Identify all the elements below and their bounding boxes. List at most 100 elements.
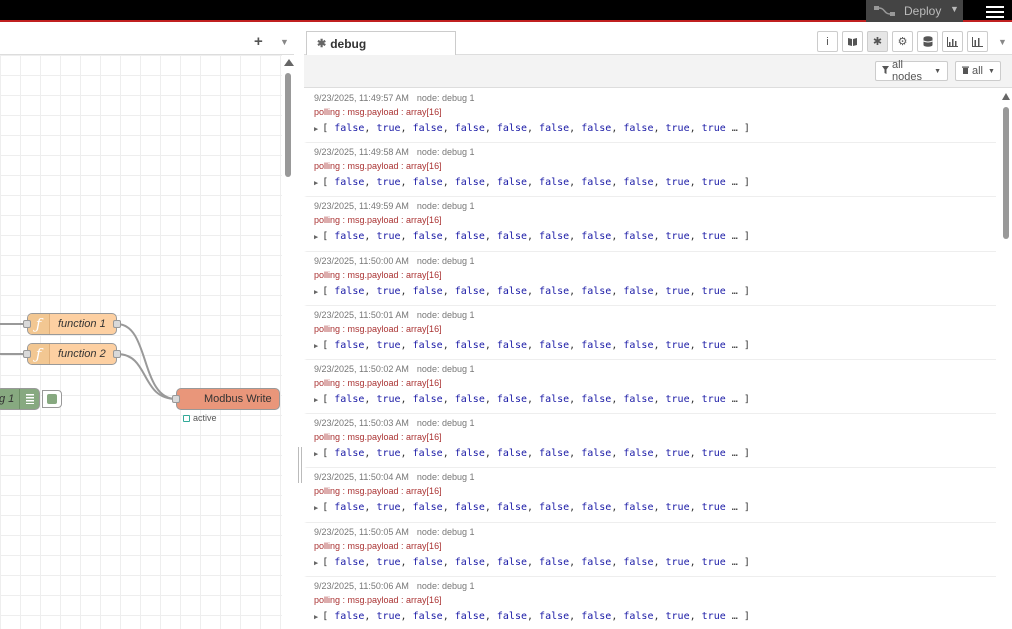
payload-value: true bbox=[665, 231, 690, 243]
message-node-link[interactable]: node: debug 1 bbox=[417, 256, 475, 266]
message-node-link[interactable]: node: debug 1 bbox=[417, 581, 475, 591]
filter-nodes-button[interactable]: all nodes ▼ bbox=[875, 59, 948, 83]
message-payload[interactable]: ▶[ false, true, false, false, false, fal… bbox=[314, 501, 996, 515]
expand-arrow-icon[interactable]: ▶ bbox=[314, 230, 318, 244]
expand-arrow-icon[interactable]: ▶ bbox=[314, 339, 318, 353]
workspace-menu-caret[interactable]: ▼ bbox=[280, 37, 289, 47]
message-node-link[interactable]: node: debug 1 bbox=[417, 147, 475, 157]
message-node-link[interactable]: node: debug 1 bbox=[417, 93, 475, 103]
dashboard-icon[interactable] bbox=[967, 31, 988, 52]
sidebar-menu-caret[interactable]: ▼ bbox=[998, 37, 1007, 47]
message-node-link[interactable]: node: debug 1 bbox=[417, 201, 475, 211]
payload-value: true bbox=[701, 393, 726, 405]
message-meta: 9/23/2025, 11:49:58 AM node: debug 1 bbox=[314, 146, 996, 158]
message-payload[interactable]: ▶[ false, true, false, false, false, fal… bbox=[314, 230, 996, 244]
debug-node[interactable]: g 1 bbox=[0, 388, 40, 410]
message-node-link[interactable]: node: debug 1 bbox=[417, 364, 475, 374]
expand-arrow-icon[interactable]: ▶ bbox=[314, 501, 318, 515]
payload-value: false bbox=[581, 339, 612, 351]
modbus-write-node[interactable]: Modbus Write bbox=[172, 388, 280, 410]
debug-message: 9/23/2025, 11:49:57 AM node: debug 1 polli… bbox=[304, 89, 996, 144]
canvas-scrollbar[interactable] bbox=[282, 55, 294, 629]
payload-value: false bbox=[334, 231, 365, 243]
message-topic: polling : msg.payload : array[16] bbox=[314, 486, 442, 497]
expand-arrow-icon[interactable]: ▶ bbox=[314, 610, 318, 624]
status-dot bbox=[183, 415, 190, 422]
expand-arrow-icon[interactable]: ▶ bbox=[314, 393, 318, 407]
message-node-link[interactable]: node: debug 1 bbox=[417, 418, 475, 428]
message-payload[interactable]: ▶[ false, true, false, false, false, fal… bbox=[314, 339, 996, 353]
info-icon[interactable]: i bbox=[817, 31, 838, 52]
chart-icon[interactable] bbox=[942, 31, 963, 52]
payload-value: false bbox=[581, 448, 612, 460]
expand-arrow-icon[interactable]: ▶ bbox=[314, 447, 318, 461]
message-payload[interactable]: ▶[ false, true, false, false, false, fal… bbox=[314, 122, 996, 136]
message-payload[interactable]: ▶[ false, true, false, false, false, fal… bbox=[314, 610, 996, 624]
expand-arrow-icon[interactable]: ▶ bbox=[314, 176, 318, 190]
payload-value: true bbox=[376, 448, 401, 460]
payload-value: false bbox=[454, 285, 485, 297]
flow-canvas[interactable]: ƒ function 1 ƒ function 2 g 1 Modbus Wri… bbox=[0, 55, 282, 629]
clear-messages-button[interactable]: all ▼ bbox=[955, 61, 1001, 81]
list-icon bbox=[19, 389, 39, 409]
filter-icon bbox=[882, 65, 889, 77]
payload-value: true bbox=[376, 556, 401, 568]
function-1-node[interactable]: ƒ function 1 bbox=[23, 313, 121, 335]
message-topic: polling : msg.payload : array[16] bbox=[314, 540, 442, 551]
payload-value: false bbox=[334, 610, 365, 622]
array-open: [ bbox=[322, 393, 329, 405]
array-close: … ] bbox=[731, 123, 750, 134]
deploy-button[interactable]: Deploy ▼ bbox=[866, 0, 963, 22]
message-payload[interactable]: ▶[ false, true, false, false, false, fal… bbox=[314, 556, 996, 570]
database-icon[interactable] bbox=[917, 31, 938, 52]
add-flow-button[interactable]: + bbox=[254, 33, 263, 50]
book-icon[interactable] bbox=[842, 31, 863, 52]
deploy-menu-caret[interactable]: ▼ bbox=[950, 4, 959, 14]
message-payload[interactable]: ▶[ false, true, false, false, false, fal… bbox=[314, 285, 996, 299]
payload-value: false bbox=[496, 448, 527, 460]
payload-value: false bbox=[454, 177, 485, 189]
input-port[interactable] bbox=[23, 350, 31, 358]
gear-icon[interactable]: ⚙ bbox=[892, 31, 913, 52]
header-bar: Deploy ▼ bbox=[0, 0, 1012, 22]
message-payload[interactable]: ▶[ false, true, false, false, false, fal… bbox=[314, 447, 996, 461]
expand-arrow-icon[interactable]: ▶ bbox=[314, 556, 318, 570]
scroll-thumb[interactable] bbox=[1003, 107, 1009, 239]
payload-value: false bbox=[539, 610, 570, 622]
tab-debug[interactable]: ✱ debug bbox=[306, 31, 456, 55]
workspace-tabs: + ▼ bbox=[0, 30, 294, 55]
debug-toggle-button[interactable] bbox=[42, 390, 62, 408]
message-node-link[interactable]: node: debug 1 bbox=[417, 472, 475, 482]
hamburger-icon[interactable] bbox=[986, 3, 1004, 19]
output-port[interactable] bbox=[113, 350, 121, 358]
payload-value: false bbox=[496, 502, 527, 514]
message-node-link[interactable]: node: debug 1 bbox=[417, 310, 475, 320]
payload-value: false bbox=[496, 556, 527, 568]
input-port[interactable] bbox=[172, 395, 180, 403]
scroll-thumb[interactable] bbox=[285, 73, 291, 177]
expand-arrow-icon[interactable]: ▶ bbox=[314, 285, 318, 299]
input-port[interactable] bbox=[23, 320, 31, 328]
message-meta: 9/23/2025, 11:50:04 AM node: debug 1 bbox=[314, 471, 996, 483]
function-2-node[interactable]: ƒ function 2 bbox=[23, 343, 121, 365]
message-node-link[interactable]: node: debug 1 bbox=[417, 527, 475, 537]
node-label: function 2 bbox=[58, 348, 106, 360]
message-payload[interactable]: ▶[ false, true, false, false, false, fal… bbox=[314, 393, 996, 407]
debug-message: 9/23/2025, 11:50:04 AM node: debug 1 polli… bbox=[304, 468, 996, 523]
payload-value: true bbox=[701, 502, 726, 514]
payload-value: true bbox=[701, 556, 726, 568]
payload-value: false bbox=[496, 285, 527, 297]
sidebar-splitter[interactable] bbox=[298, 447, 302, 483]
debug-scrollbar[interactable] bbox=[1000, 89, 1012, 629]
payload-value: false bbox=[539, 448, 570, 460]
scroll-up-arrow-icon[interactable] bbox=[284, 59, 294, 66]
message-timestamp: 9/23/2025, 11:49:59 AM bbox=[314, 201, 409, 212]
payload-value: false bbox=[412, 393, 443, 405]
bug-icon[interactable]: ✱ bbox=[867, 31, 888, 52]
payload-value: false bbox=[539, 177, 570, 189]
output-port[interactable] bbox=[113, 320, 121, 328]
scroll-up-arrow-icon[interactable] bbox=[1002, 93, 1010, 100]
expand-arrow-icon[interactable]: ▶ bbox=[314, 122, 318, 136]
message-payload[interactable]: ▶[ false, true, false, false, false, fal… bbox=[314, 176, 996, 190]
payload-value: false bbox=[581, 177, 612, 189]
